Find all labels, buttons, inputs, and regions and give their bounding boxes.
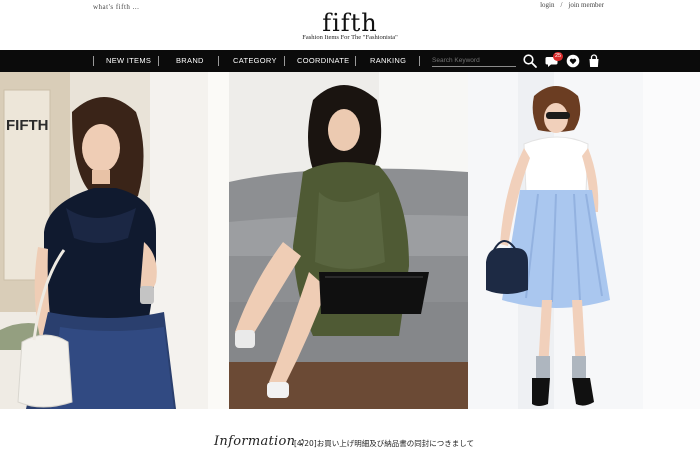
nav-separator	[284, 56, 285, 66]
nav-separator	[419, 56, 420, 66]
search-input[interactable]	[432, 55, 516, 67]
search-icon[interactable]	[522, 53, 538, 69]
wall-sign-text: FIFTH	[6, 117, 49, 134]
nav-separator	[93, 56, 94, 66]
bag-icon[interactable]	[586, 53, 602, 69]
join-member-link[interactable]: join member	[568, 1, 604, 9]
nav-item-brand[interactable]: BRAND	[176, 50, 204, 72]
hero-panel-model-blue-skirt[interactable]	[468, 72, 700, 409]
hero-panel-model-navy[interactable]: FIFTH	[0, 72, 229, 409]
nav-separator	[355, 56, 356, 66]
heart-icon[interactable]	[565, 53, 581, 69]
information-news-link[interactable]: [4/20]お買い上げ明細及び納品書の同封につきまして	[294, 438, 474, 449]
account-divider: /	[560, 1, 563, 9]
nav-item-category[interactable]: CATEGORY	[233, 50, 277, 72]
account-links: login / join member	[540, 1, 604, 9]
main-nav: NEW ITEMS BRAND CATEGORY COORDINATE RANK…	[0, 50, 700, 72]
hero-panel-model-olive[interactable]	[229, 72, 468, 409]
site-logo[interactable]: fifth	[0, 9, 700, 37]
site-tagline: Fashion Items For The "Fashionista"	[302, 34, 398, 41]
notification-badge: 25	[553, 52, 563, 61]
nav-separator	[158, 56, 159, 66]
nav-item-ranking[interactable]: RANKING	[370, 50, 406, 72]
nav-item-coordinate[interactable]: COORDINATE	[297, 50, 349, 72]
hero-banner[interactable]: FIFTH	[0, 72, 700, 409]
header: what's fifth ... login / join member fif…	[0, 0, 700, 50]
login-link[interactable]: login	[540, 1, 554, 9]
information-label: Information :	[214, 434, 305, 449]
nav-item-new-items[interactable]: NEW ITEMS	[106, 50, 151, 72]
nav-separator	[218, 56, 219, 66]
information-bar: Information : [4/20]お買い上げ明細及び納品書の同封につきまし…	[0, 409, 700, 467]
